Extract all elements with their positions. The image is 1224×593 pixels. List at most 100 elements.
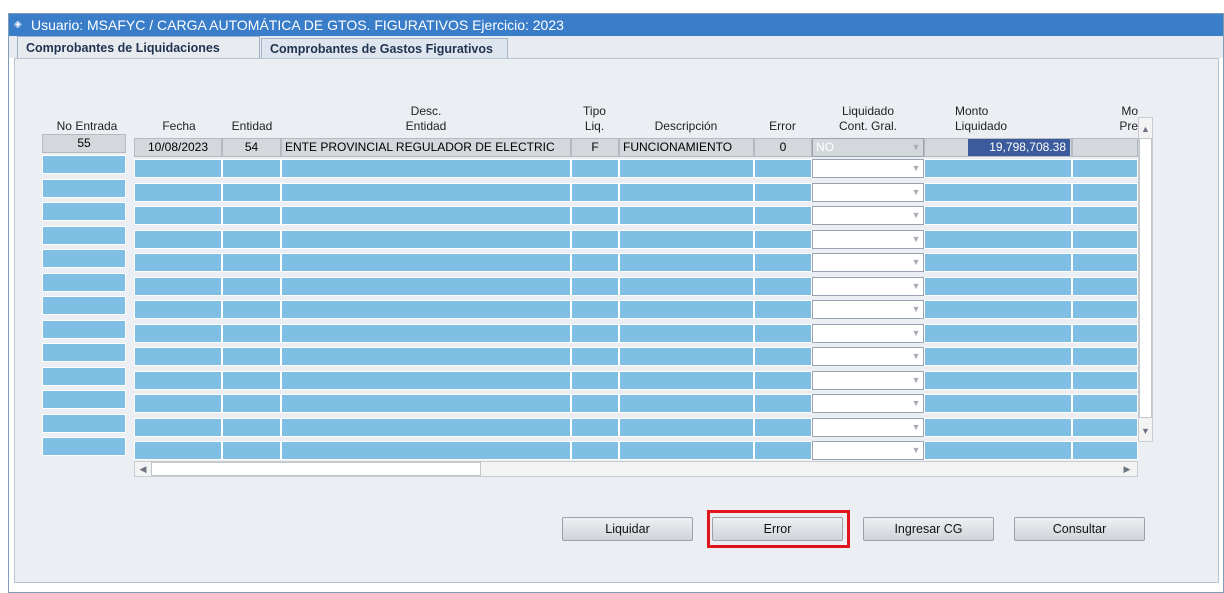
table-cell[interactable]: [571, 159, 619, 178]
table-cell[interactable]: [571, 441, 619, 460]
table-cell[interactable]: [134, 206, 222, 225]
table-cell[interactable]: [134, 159, 222, 178]
table-cell[interactable]: [924, 206, 1072, 225]
table-cell[interactable]: [281, 276, 571, 296]
table-cell[interactable]: [222, 323, 281, 343]
table-cell[interactable]: [222, 394, 281, 413]
table-cell[interactable]: [924, 394, 1072, 413]
no-entrada-cell[interactable]: [42, 319, 126, 339]
entidad-cell[interactable]: 54: [222, 138, 281, 157]
table-cell[interactable]: [134, 253, 222, 272]
table-cell[interactable]: [619, 417, 754, 437]
table-cell[interactable]: [134, 417, 222, 437]
table-cell[interactable]: [222, 276, 281, 296]
table-cell[interactable]: [924, 370, 1072, 390]
table-cell[interactable]: [619, 182, 754, 202]
no-entrada-cell[interactable]: [42, 343, 126, 362]
monto-liquidado-cell[interactable]: 19,798,708.38: [968, 139, 1070, 156]
table-cell[interactable]: [134, 229, 222, 249]
table-cell[interactable]: [571, 323, 619, 343]
table-cell[interactable]: [134, 300, 222, 319]
horizontal-scroll-thumb[interactable]: [151, 462, 481, 476]
table-cell[interactable]: [924, 276, 1072, 296]
liquidado-select[interactable]: ▼: [812, 370, 924, 390]
table-cell[interactable]: [134, 394, 222, 413]
table-cell[interactable]: [754, 323, 812, 343]
table-cell[interactable]: [134, 323, 222, 343]
table-cell[interactable]: [1072, 276, 1138, 296]
table-cell[interactable]: [134, 441, 222, 460]
no-entrada-cell[interactable]: [42, 296, 126, 315]
table-cell[interactable]: [754, 441, 812, 460]
liquidado-select[interactable]: ▼: [812, 394, 924, 413]
liquidado-select[interactable]: ▼: [812, 229, 924, 249]
table-cell[interactable]: [619, 323, 754, 343]
table-cell[interactable]: [281, 159, 571, 178]
table-cell[interactable]: [1072, 417, 1138, 437]
table-cell[interactable]: [754, 182, 812, 202]
table-cell[interactable]: [754, 229, 812, 249]
table-cell[interactable]: [924, 441, 1072, 460]
liquidado-select[interactable]: ▼: [812, 253, 924, 272]
table-cell[interactable]: [222, 182, 281, 202]
table-cell[interactable]: [134, 276, 222, 296]
table-cell[interactable]: [281, 253, 571, 272]
table-cell[interactable]: [1072, 323, 1138, 343]
descripcion-cell[interactable]: FUNCIONAMIENTO: [619, 138, 754, 157]
liquidado-select[interactable]: ▼: [812, 276, 924, 296]
no-entrada-cell[interactable]: [42, 155, 126, 174]
table-cell[interactable]: [924, 159, 1072, 178]
table-cell[interactable]: [924, 182, 1072, 202]
table-cell[interactable]: [619, 394, 754, 413]
no-entrada-cell[interactable]: [42, 272, 126, 292]
consultar-button[interactable]: Consultar: [1014, 517, 1145, 541]
table-cell[interactable]: [134, 182, 222, 202]
table-cell[interactable]: [619, 347, 754, 366]
table-cell[interactable]: [222, 159, 281, 178]
table-cell[interactable]: [1072, 347, 1138, 366]
window-menu-icon[interactable]: ◈: [14, 19, 25, 30]
table-cell[interactable]: [571, 300, 619, 319]
table-cell[interactable]: [571, 417, 619, 437]
table-cell[interactable]: [222, 300, 281, 319]
table-cell[interactable]: [924, 347, 1072, 366]
liquidado-select[interactable]: NO ▼: [812, 138, 924, 157]
vertical-scrollbar[interactable]: ▲ ▼: [1138, 117, 1153, 442]
tipo-liq-cell[interactable]: F: [571, 138, 619, 157]
table-cell[interactable]: [281, 206, 571, 225]
table-cell[interactable]: [222, 370, 281, 390]
liquidado-select[interactable]: ▼: [812, 347, 924, 366]
horizontal-scrollbar[interactable]: ◀ ▶: [134, 461, 1138, 477]
table-cell[interactable]: [222, 417, 281, 437]
liquidado-select[interactable]: ▼: [812, 182, 924, 202]
table-cell[interactable]: [1072, 441, 1138, 460]
table-cell[interactable]: [1072, 182, 1138, 202]
table-cell[interactable]: [619, 300, 754, 319]
table-cell[interactable]: [754, 300, 812, 319]
no-entrada-cell[interactable]: [42, 437, 126, 456]
scroll-up-icon[interactable]: ▲: [1139, 122, 1152, 136]
table-cell[interactable]: [619, 370, 754, 390]
table-cell[interactable]: [222, 229, 281, 249]
table-cell[interactable]: [754, 394, 812, 413]
table-cell[interactable]: [1072, 253, 1138, 272]
scroll-left-icon[interactable]: ◀: [137, 462, 149, 476]
tab-comprobantes-gastos-figurativos[interactable]: Comprobantes de Gastos Figurativos: [261, 38, 508, 58]
table-cell[interactable]: [1072, 300, 1138, 319]
table-cell[interactable]: [924, 323, 1072, 343]
error-cell[interactable]: 0: [754, 138, 812, 157]
table-cell[interactable]: [754, 370, 812, 390]
table-cell[interactable]: [281, 182, 571, 202]
table-cell[interactable]: [281, 300, 571, 319]
table-cell[interactable]: [754, 347, 812, 366]
table-cell[interactable]: [134, 370, 222, 390]
table-cell[interactable]: [619, 441, 754, 460]
table-cell[interactable]: [754, 276, 812, 296]
table-cell[interactable]: [281, 323, 571, 343]
table-cell[interactable]: [754, 253, 812, 272]
table-cell[interactable]: [281, 417, 571, 437]
table-cell[interactable]: [619, 206, 754, 225]
table-cell[interactable]: [924, 229, 1072, 249]
liquidado-select[interactable]: ▼: [812, 323, 924, 343]
table-cell[interactable]: [281, 441, 571, 460]
